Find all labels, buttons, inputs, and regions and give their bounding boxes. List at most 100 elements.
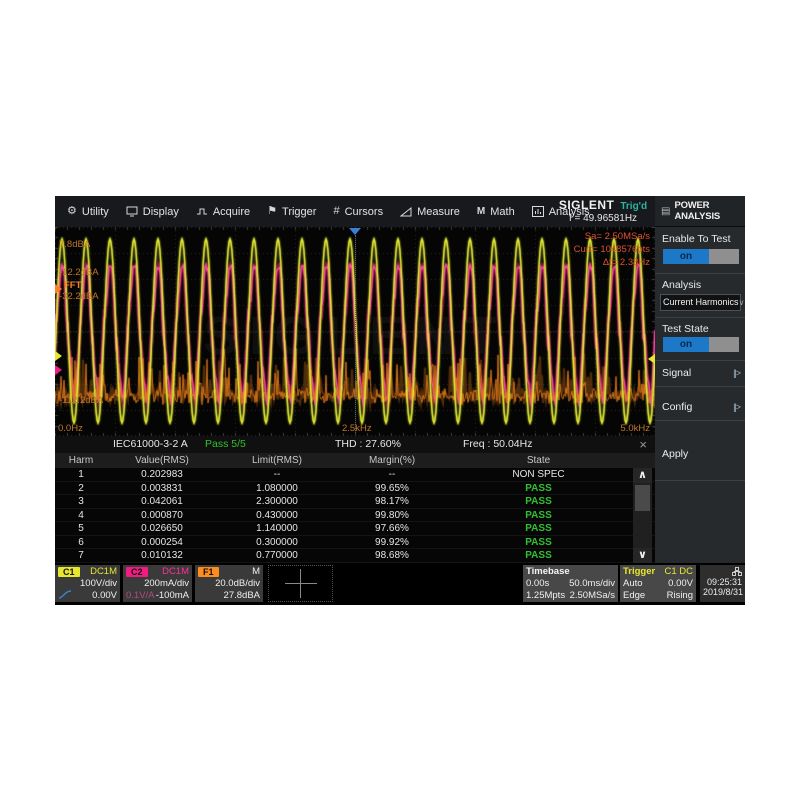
table-body: 10.202983----NON SPEC20.0038311.08000099… (55, 468, 655, 563)
table-cell: 7 (55, 549, 107, 562)
table-cell: 99.80% (337, 509, 447, 522)
timebase-points: 1.25Mpts (526, 590, 565, 602)
measure-icon (400, 206, 412, 217)
network-icon (732, 567, 742, 578)
table-cell: 99.65% (337, 482, 447, 495)
waveform-display[interactable]: SIGLENT 7.8dBA FFT -12.2dBA -32.2dBA -11… (55, 227, 655, 436)
slope-icon (58, 590, 72, 603)
menu-item-label: Display (143, 206, 179, 218)
trigger-title: Trigger (623, 566, 655, 578)
column-header: State (447, 453, 630, 468)
channel2-coupling: DC1M (162, 566, 189, 578)
table-row: 20.0038311.08000099.65%PASS (55, 482, 655, 496)
table-cell: 0.042061 (107, 495, 217, 508)
menu-item-math[interactable]: M Math (477, 206, 515, 218)
trigger-level-marker[interactable] (648, 354, 655, 364)
crosshair-handle[interactable] (268, 565, 333, 602)
menu-item-measure[interactable]: Measure (400, 206, 460, 218)
toggle-on-label: on (663, 337, 709, 352)
sample-rate-label: Sa= 2.50MSa/s (585, 231, 650, 242)
menu-bar: ⚙Utility Display Acquire ⚑Trigger #Cursors Me… (55, 196, 655, 227)
test-state-toggle[interactable]: on (663, 337, 739, 352)
chevron-down-icon: ∨ (739, 295, 745, 310)
table-cell: 0.010132 (107, 549, 217, 562)
close-icon[interactable]: × (639, 436, 647, 453)
trigger-source: C1 DC (664, 566, 693, 578)
menu-item-display[interactable]: Display (126, 206, 179, 218)
table-cell: PASS (447, 495, 630, 508)
freq-axis-right: 5.0kHz (620, 423, 650, 434)
delta-f-label: Δf= 2.38Hz (603, 257, 650, 268)
datetime-box[interactable]: 09:25:31 2019/8/31 (700, 565, 745, 602)
siglent-logo: SIGLENT (559, 198, 615, 212)
table-cell: 2.300000 (217, 495, 337, 508)
trigger-slope: Rising (667, 590, 693, 602)
config-menu-item[interactable]: Config ||> (655, 396, 745, 418)
submenu-arrow-icon: ||> (733, 396, 740, 418)
scrollbar-thumb[interactable] (635, 485, 650, 511)
math-icon: M (477, 206, 485, 217)
trigger-mode: Auto (623, 578, 643, 590)
table-cell: 97.66% (337, 522, 447, 535)
math-offset: 27.8dBA (224, 590, 260, 602)
column-header: Margin(%) (337, 453, 447, 468)
menu-item-label: Utility (82, 206, 109, 218)
menu-item-acquire[interactable]: Acquire (196, 206, 250, 218)
channel1-status-box[interactable]: C1 DC1M 100V/div 0.00V (55, 565, 120, 602)
submenu-arrow-icon: ||> (733, 362, 740, 384)
fft-db-top-label: 7.8dBA (59, 239, 90, 250)
table-cell: 1 (55, 468, 107, 481)
panel-header: ▤ POWER ANALYSIS (655, 196, 745, 227)
trigger-flag-icon: ⚑ (267, 206, 277, 217)
thd-label: THD : 27.60% (335, 436, 401, 453)
fft-trace-label: FFT (64, 280, 81, 291)
table-cell: 0.770000 (217, 549, 337, 562)
signal-menu-item[interactable]: Signal ||> (655, 362, 745, 384)
test-state-label: Test State (662, 323, 709, 335)
trigger-type: Edge (623, 590, 645, 602)
table-cell: 6 (55, 536, 107, 549)
table-cell: 98.68% (337, 549, 447, 562)
scroll-up-icon[interactable]: ∧ (633, 468, 652, 483)
math-status-box[interactable]: F1 M 20.0dB/div 27.8dBA (195, 565, 263, 602)
table-header-row: HarmValue(RMS)Limit(RMS)Margin(%)State (55, 453, 655, 468)
menu-item-label: Measure (417, 206, 460, 218)
table-cell: 1.080000 (217, 482, 337, 495)
table-cell: NON SPEC (447, 468, 630, 481)
timebase-status-box[interactable]: Timebase 0.00s 50.0ms/div 1.25Mpts 2.50M… (523, 565, 618, 602)
table-row: 50.0266501.14000097.66%PASS (55, 522, 655, 536)
table-scrollbar[interactable]: ∧ ∨ (633, 468, 652, 563)
table-cell: 99.92% (337, 536, 447, 549)
enable-to-test-toggle[interactable]: on (663, 249, 739, 264)
menu-item-label: Math (490, 206, 514, 218)
trigger-status-box[interactable]: Trigger C1 DC Auto 0.00V Edge Rising (620, 565, 696, 602)
timebase-title: Timebase (526, 566, 570, 578)
scroll-down-icon[interactable]: ∨ (633, 548, 652, 563)
menu-item-label: Acquire (213, 206, 250, 218)
analysis-dropdown[interactable]: Current Harmonics ∨ (660, 294, 741, 311)
analysis-icon (532, 206, 544, 217)
table-row: 10.202983----NON SPEC (55, 468, 655, 482)
column-header: Limit(RMS) (217, 453, 337, 468)
crosshair-icon (285, 583, 317, 584)
oscilloscope-screen: ⚙UtilityDisplayAcquire⚑Trigger#CursorsMe… (55, 196, 745, 605)
channel1-position-marker[interactable] (55, 351, 62, 361)
trigger-delay-marker[interactable] (349, 228, 361, 235)
display-icon (126, 206, 138, 217)
apply-button[interactable]: Apply (655, 443, 745, 465)
freq-label: Freq : 50.04Hz (463, 436, 532, 453)
menu-item-cursors[interactable]: #Cursors (333, 206, 383, 218)
power-analysis-panel: ▤ POWER ANALYSIS Enable To Test on Analy… (655, 196, 745, 563)
table-cell: -- (337, 468, 447, 481)
table-cell: PASS (447, 522, 630, 535)
channel2-chip: C2 (126, 567, 148, 577)
table-row: 40.0008700.43000099.80%PASS (55, 509, 655, 523)
menu-item-trigger[interactable]: ⚑Trigger (267, 206, 316, 218)
table-cell: -- (217, 468, 337, 481)
trigger-level: 0.00V (668, 578, 693, 590)
table-cell: PASS (447, 482, 630, 495)
channel2-status-box[interactable]: C2 DC1M 200mA/div 0.1V/A -100mA (123, 565, 192, 602)
menu-item-utility[interactable]: ⚙Utility (67, 206, 109, 218)
channel2-position-marker[interactable] (55, 365, 62, 375)
clock-date: 2019/8/31 (703, 587, 742, 597)
